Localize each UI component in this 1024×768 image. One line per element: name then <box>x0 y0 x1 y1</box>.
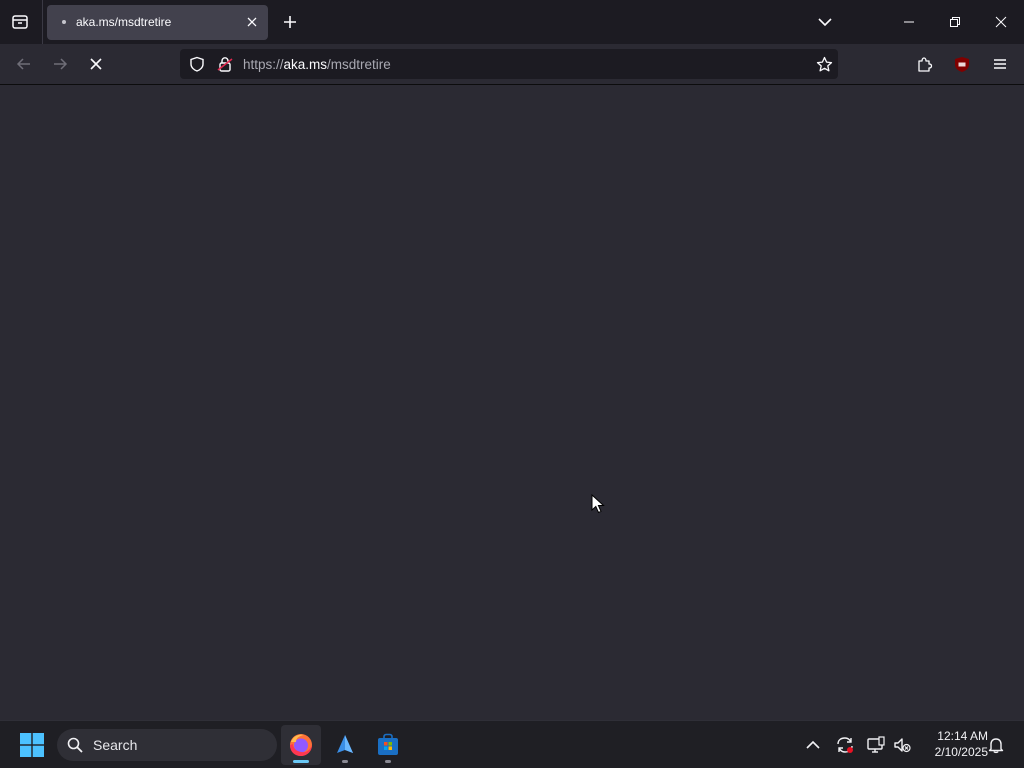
url-host: aka.ms <box>283 57 328 72</box>
url-scheme: https:// <box>243 57 284 72</box>
search-icon <box>67 737 83 753</box>
stop-button[interactable] <box>82 50 110 78</box>
tab-close-button[interactable] <box>242 12 262 32</box>
chevron-down-icon <box>818 18 832 27</box>
close-icon <box>995 16 1007 28</box>
site-security-button[interactable] <box>216 55 234 73</box>
tray-network-button[interactable] <box>866 735 886 755</box>
page-content[interactable] <box>0 85 1024 720</box>
bookmark-button[interactable] <box>815 55 833 73</box>
running-app-indicator <box>342 760 348 763</box>
taskbar-app-pinned[interactable] <box>325 725 365 765</box>
ublock-shield-icon <box>955 56 969 72</box>
running-app-indicator <box>385 760 391 763</box>
star-icon <box>816 56 832 71</box>
clock-time: 12:14 AM <box>937 729 988 743</box>
url-path: /msdtretire <box>327 57 391 72</box>
app-icon <box>337 735 353 753</box>
address-bar[interactable]: https://aka.ms/msdtretire <box>180 49 838 79</box>
chevron-up-icon <box>806 740 820 749</box>
windows-logo-icon <box>20 733 44 757</box>
minimize-icon <box>904 21 914 23</box>
firefox-view-button[interactable] <box>6 8 34 36</box>
taskbar-app-firefox[interactable] <box>281 725 321 765</box>
start-button[interactable] <box>20 733 44 757</box>
app-menu-button[interactable] <box>986 50 1014 78</box>
arrow-left-icon <box>16 58 30 70</box>
forward-button[interactable] <box>46 50 74 78</box>
close-window-button[interactable] <box>978 0 1024 44</box>
url-text[interactable]: https://aka.ms/msdtretire <box>243 57 391 72</box>
restore-icon <box>950 17 960 27</box>
taskbar-clock[interactable]: 12:14 AM 2/10/2025 <box>918 728 988 760</box>
taskbar-app-store[interactable] <box>368 725 408 765</box>
tray-volume-button[interactable] <box>892 735 912 755</box>
tray-sync-button[interactable] <box>835 735 855 755</box>
lock-warning-icon <box>217 57 233 72</box>
firefox-view-icon <box>12 15 28 29</box>
bell-icon <box>988 738 1004 754</box>
stop-icon <box>90 58 102 70</box>
puzzle-icon <box>917 56 932 72</box>
extensions-button[interactable] <box>910 50 938 78</box>
search-label: Search <box>93 737 138 753</box>
tracking-protection-button[interactable] <box>188 55 206 73</box>
restore-button[interactable] <box>932 0 978 44</box>
network-icon <box>867 736 885 753</box>
tab-separator <box>42 0 43 44</box>
tab-active[interactable]: aka.ms/msdtretire <box>47 5 268 40</box>
ublock-origin-button[interactable] <box>948 50 976 78</box>
list-all-tabs-button[interactable] <box>813 10 837 34</box>
notifications-button[interactable] <box>986 735 1006 755</box>
shield-icon <box>190 56 204 72</box>
store-icon <box>378 733 398 755</box>
taskbar: Search 12:14 AM 2/10/2025 <box>0 720 1024 768</box>
tab-title: aka.ms/msdtretire <box>76 15 172 29</box>
back-button[interactable] <box>10 50 38 78</box>
plus-icon <box>284 16 296 28</box>
mouse-cursor-icon <box>591 494 605 514</box>
tab-strip: aka.ms/msdtretire <box>0 0 1024 44</box>
volume-muted-icon <box>894 738 911 753</box>
navigation-toolbar: https://aka.ms/msdtretire <box>0 44 1024 85</box>
active-app-indicator <box>293 760 309 763</box>
close-icon <box>247 17 257 27</box>
taskbar-search-box[interactable]: Search <box>57 729 277 761</box>
show-hidden-icons-button[interactable] <box>803 735 823 755</box>
loading-dot-icon <box>61 19 67 25</box>
arrow-right-icon <box>54 58 68 70</box>
sync-icon <box>837 737 853 753</box>
minimize-button[interactable] <box>886 0 932 44</box>
firefox-icon <box>290 734 312 756</box>
clock-date: 2/10/2025 <box>934 745 988 759</box>
new-tab-button[interactable] <box>278 10 302 34</box>
hamburger-menu-icon <box>994 59 1006 69</box>
